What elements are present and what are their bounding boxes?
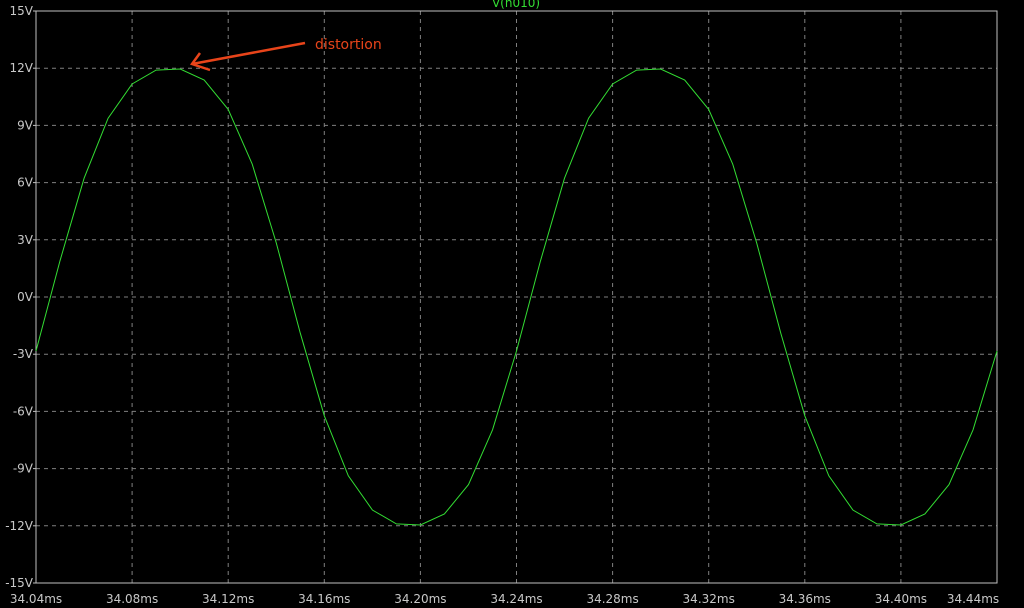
y-tick-label: 12V — [10, 61, 34, 75]
x-tick-label: 34.04ms — [10, 592, 62, 606]
x-tick-label: 34.36ms — [779, 592, 831, 606]
x-tick-label: 34.28ms — [586, 592, 638, 606]
y-tick-label: 0V — [17, 290, 34, 304]
y-tick-label: -12V — [5, 519, 34, 533]
grid — [36, 11, 997, 583]
x-tick-label: 34.12ms — [202, 592, 254, 606]
x-tick-label: 34.24ms — [490, 592, 542, 606]
x-tick-label: 34.08ms — [106, 592, 158, 606]
distortion-annotation: distortion — [189, 37, 382, 72]
trace-title[interactable]: V(n010) — [492, 0, 540, 10]
annotation-text: distortion — [315, 37, 382, 53]
y-tick-label: -15V — [5, 576, 34, 590]
x-axis-ticks: 34.04ms 34.08ms 34.12ms 34.16ms 34.20ms 34.24… — [10, 592, 999, 606]
y-tick-label: -3V — [13, 347, 34, 361]
x-tick-label: 34.32ms — [683, 592, 735, 606]
x-tick-label: 34.40ms — [875, 592, 927, 606]
waveform-plot[interactable]: 15V12V9V6V3V0V-3V-6V-9V-12V-15V 34.04ms 3… — [0, 0, 1024, 608]
y-tick-label: 6V — [17, 176, 34, 190]
y-tick-label: -6V — [13, 404, 34, 418]
y-tick-label: 3V — [17, 233, 34, 247]
y-axis-ticks: 15V 12V 9V 6V 3V 0V -3V -6V -9V -12V -15V — [5, 4, 36, 590]
y-tick-label: 9V — [17, 118, 34, 132]
y-tick-label: -9V — [13, 462, 34, 476]
y-tick-label: 15V — [10, 4, 34, 18]
x-tick-label: 34.16ms — [298, 592, 350, 606]
x-tick-label: 34.20ms — [394, 592, 446, 606]
x-tick-label: 34.44ms — [947, 592, 999, 606]
annotation-arrow-icon — [189, 41, 306, 72]
